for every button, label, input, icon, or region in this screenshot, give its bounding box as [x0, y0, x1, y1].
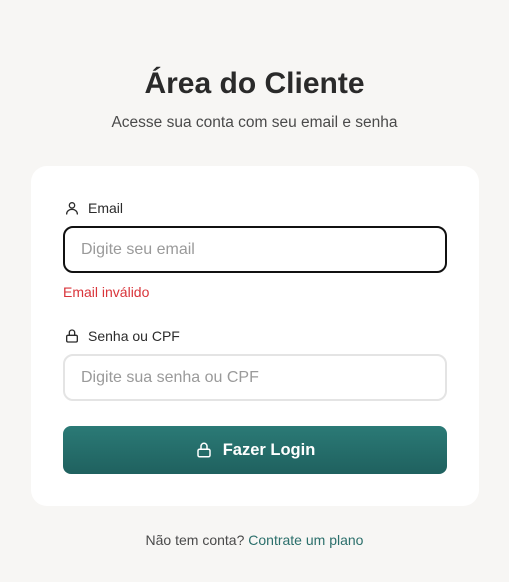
email-label-text: Email [88, 200, 124, 216]
email-label: Email [64, 198, 123, 218]
login-button-label: Fazer Login [222, 440, 316, 459]
password-field[interactable] [63, 354, 447, 401]
lock-icon [64, 328, 80, 344]
page-title: Área do Cliente [144, 67, 365, 100]
signup-prompt-text: Não tem conta? [145, 532, 245, 548]
signup-prompt: Não tem conta? Contrate um plano [0, 531, 509, 549]
password-label: Senha ou CPF [64, 326, 180, 346]
page-subtitle: Acesse sua conta com seu email e senha [111, 114, 398, 131]
email-error-message: Email inválido [63, 284, 150, 300]
password-label-text: Senha ou CPF [88, 328, 180, 344]
user-icon [64, 200, 80, 216]
login-button[interactable]: Fazer Login [63, 426, 447, 474]
email-field[interactable] [63, 226, 447, 273]
lock-icon [195, 441, 213, 459]
login-card: Email Email inválido Senha ou CPF Fazer … [31, 166, 479, 506]
signup-link[interactable]: Contrate um plano [248, 532, 363, 548]
